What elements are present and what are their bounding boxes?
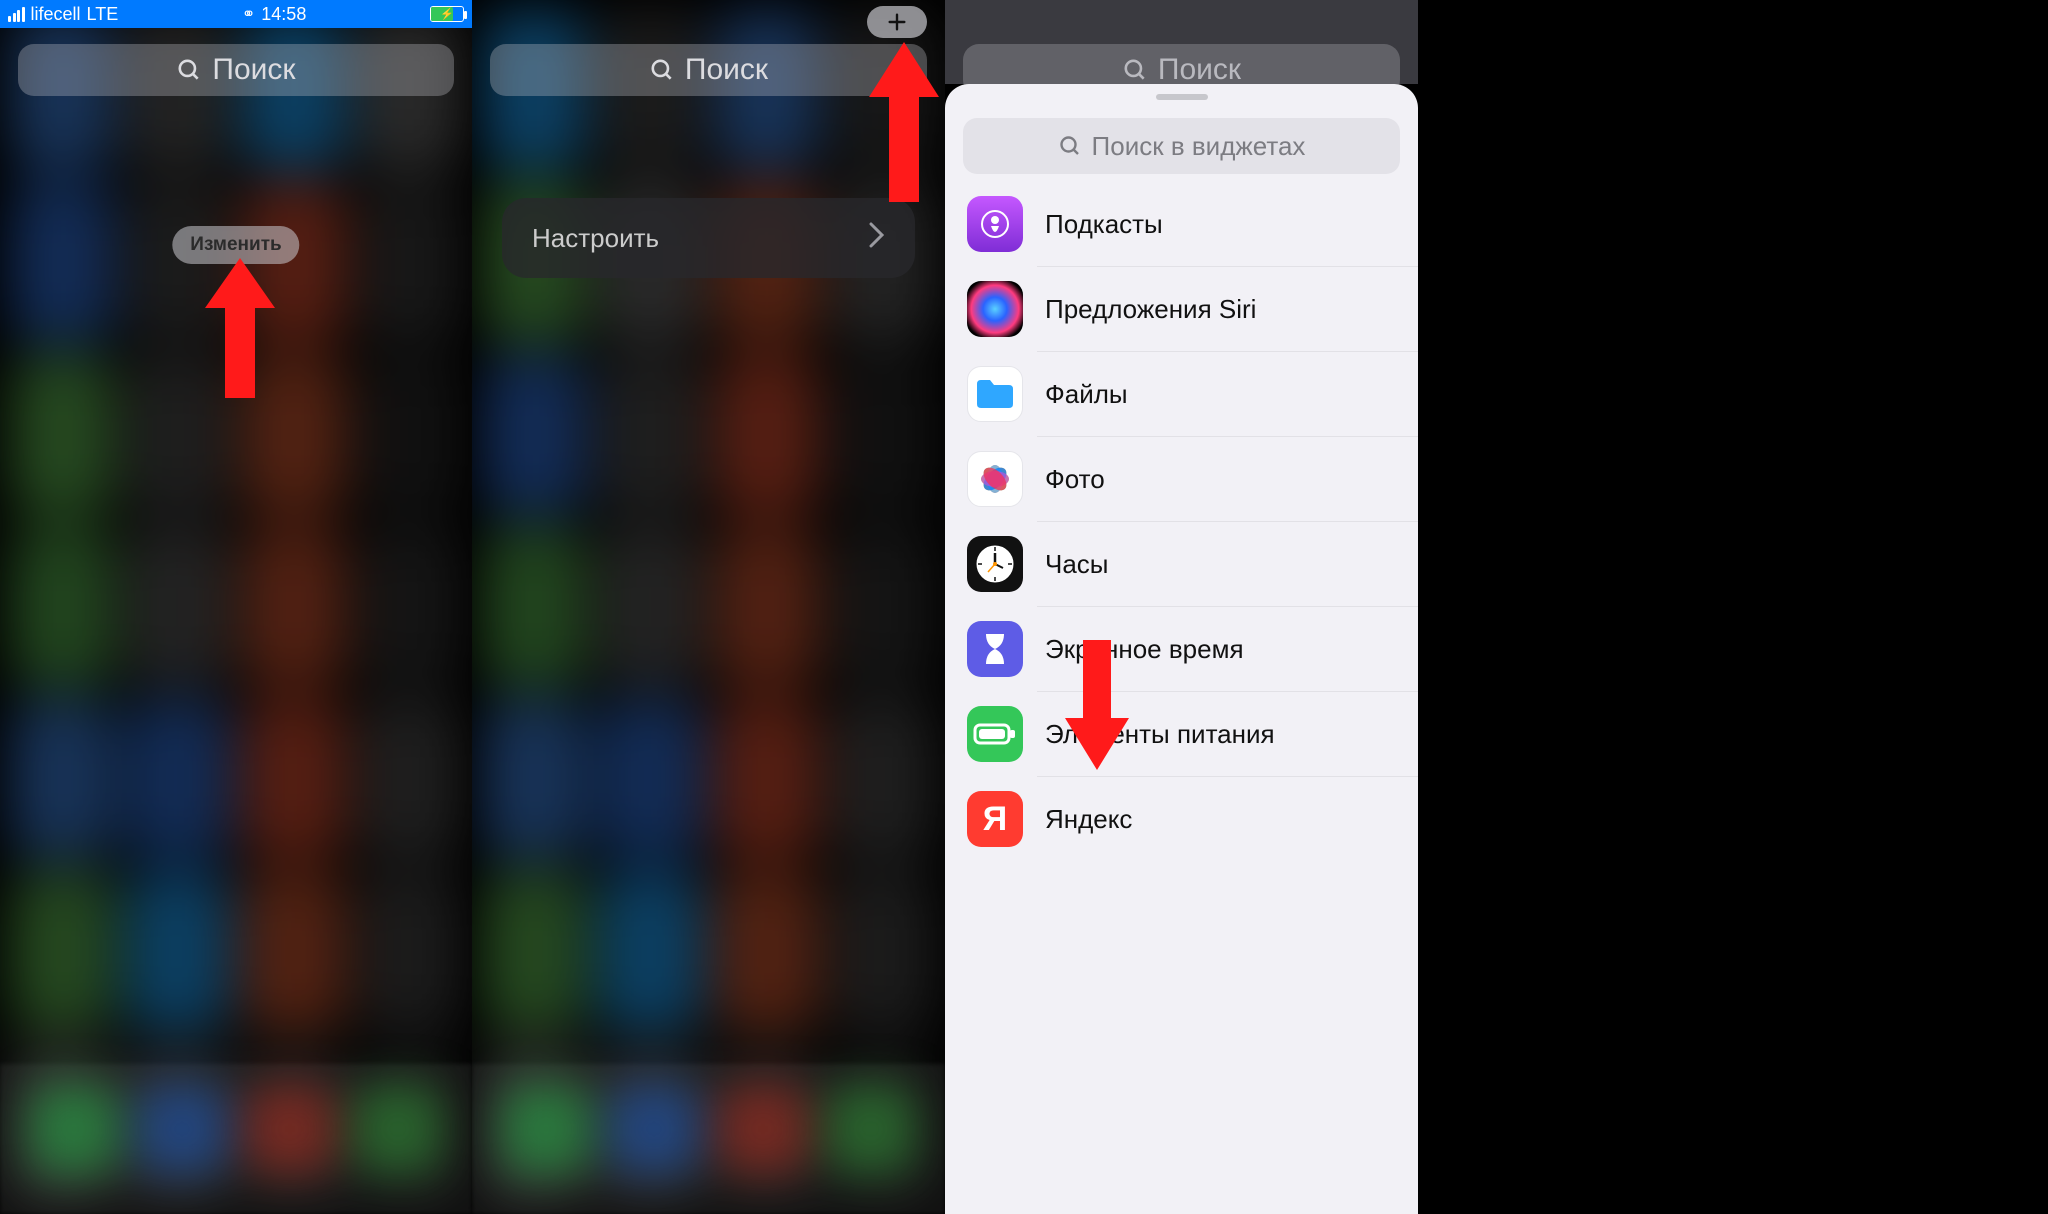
annotation-arrow-2 — [869, 42, 939, 202]
screen-3: Поиск Поиск в виджетах Подкасты Предложе… — [945, 0, 1418, 1214]
annotation-arrow-3 — [1065, 640, 1129, 770]
widget-row-podcasts[interactable]: Подкасты — [945, 182, 1418, 266]
photos-icon — [967, 451, 1023, 507]
batteries-icon — [967, 706, 1023, 762]
widgets-search-bar[interactable]: Поиск в виджетах — [963, 118, 1400, 174]
carrier-label: lifecell — [31, 4, 81, 25]
sheet-grabber[interactable] — [1156, 94, 1208, 100]
signal-icon — [8, 7, 25, 22]
time-label: 14:58 — [261, 4, 306, 25]
widgets-search-placeholder: Поиск в виджетах — [1092, 131, 1306, 162]
podcasts-icon — [967, 196, 1023, 252]
widget-row-files[interactable]: Файлы — [945, 352, 1418, 436]
search-placeholder: Поиск — [1158, 53, 1241, 87]
search-placeholder: Поиск — [685, 53, 768, 87]
hotspot-icon: ⚭ — [242, 4, 255, 24]
widget-label: Часы — [1045, 549, 1108, 580]
search-placeholder: Поиск — [212, 53, 295, 87]
search-icon — [1058, 134, 1082, 158]
siri-icon — [967, 281, 1023, 337]
widget-row-batteries[interactable]: Элементы питания — [945, 692, 1418, 776]
widget-row-clock[interactable]: Часы — [945, 522, 1418, 606]
clock-icon — [967, 536, 1023, 592]
widget-list[interactable]: Подкасты Предложения Siri Файлы — [945, 182, 1418, 1214]
widget-label: Предложения Siri — [1045, 294, 1256, 325]
widgets-sheet: Поиск в виджетах Подкасты Предложения Si… — [945, 84, 1418, 1214]
screen-2: Поиск Настроить — [472, 0, 945, 1214]
plus-icon — [886, 11, 908, 33]
search-icon — [649, 57, 675, 83]
widget-label: Фото — [1045, 464, 1105, 495]
annotation-arrow-1 — [205, 258, 275, 398]
network-label: LTE — [87, 4, 119, 25]
yandex-icon: Я — [967, 791, 1023, 847]
widget-label: Яндекс — [1045, 804, 1132, 835]
widget-row-screentime[interactable]: Экранное время — [945, 607, 1418, 691]
files-icon — [967, 366, 1023, 422]
screen-1: lifecell LTE ⚭ 14:58 ⚡ Поиск Изменить — [0, 0, 472, 1214]
screentime-icon — [967, 621, 1023, 677]
add-widget-button[interactable] — [867, 6, 927, 38]
battery-icon: ⚡ — [430, 6, 464, 22]
widget-label: Подкасты — [1045, 209, 1163, 240]
search-bar[interactable]: Поиск — [490, 44, 927, 96]
search-icon — [176, 57, 202, 83]
widget-row-photos[interactable]: Фото — [945, 437, 1418, 521]
widget-row-siri[interactable]: Предложения Siri — [945, 267, 1418, 351]
chevron-right-icon — [869, 222, 885, 255]
status-bar: lifecell LTE ⚭ 14:58 ⚡ — [0, 0, 472, 28]
search-icon — [1122, 57, 1148, 83]
widget-row-yandex[interactable]: Я Яндекс — [945, 777, 1418, 861]
search-bar[interactable]: Поиск — [18, 44, 454, 96]
configure-row[interactable]: Настроить — [502, 198, 915, 278]
widget-label: Файлы — [1045, 379, 1128, 410]
configure-label: Настроить — [532, 223, 659, 254]
